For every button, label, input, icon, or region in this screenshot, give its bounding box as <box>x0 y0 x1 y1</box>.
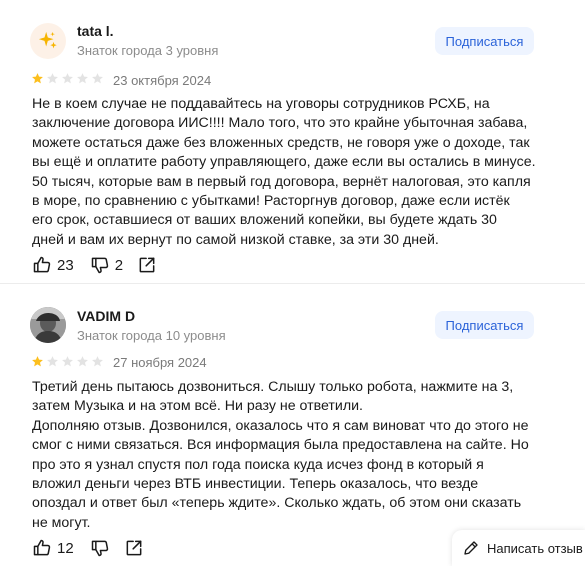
share-icon <box>126 540 142 556</box>
review-divider <box>0 283 585 284</box>
subscribe-button[interactable]: Подписаться <box>435 27 534 55</box>
share-button[interactable] <box>124 538 144 558</box>
avatar[interactable] <box>30 23 66 59</box>
star-empty-icon <box>62 73 73 84</box>
user-photo <box>30 307 66 343</box>
sparkles-icon <box>38 31 57 49</box>
thumbs-down-icon <box>91 257 108 274</box>
star-empty-icon <box>77 356 88 367</box>
rating-stars <box>31 355 104 368</box>
share-button[interactable] <box>137 255 157 275</box>
review-actions: 12 <box>32 538 144 558</box>
author-name[interactable]: VADIM D <box>77 308 135 324</box>
thumbs-up-icon <box>33 539 51 556</box>
star-empty-icon <box>62 356 73 367</box>
star-empty-icon <box>47 73 58 84</box>
like-button[interactable]: 23 <box>32 255 74 275</box>
star-empty-icon <box>92 73 103 84</box>
thumbs-up-icon <box>33 256 51 273</box>
rating-stars <box>31 72 104 85</box>
pencil-icon <box>464 541 478 555</box>
review-text: Третий день пытаюсь дозвониться. Слышу т… <box>32 379 529 531</box>
like-count: 12 <box>57 539 74 557</box>
star-filled-icon <box>32 73 43 84</box>
author-level: Знаток города 10 уровня <box>77 328 226 343</box>
thumbs-down-icon <box>91 540 108 557</box>
review-text: Не в коем случае не поддавайтесь на угов… <box>32 96 536 248</box>
dislike-button[interactable]: 2 <box>90 255 123 275</box>
dislike-button[interactable] <box>90 538 110 558</box>
subscribe-button[interactable]: Подписаться <box>435 311 534 339</box>
avatar[interactable] <box>30 307 66 343</box>
share-icon <box>139 257 155 273</box>
star-empty-icon <box>92 356 103 367</box>
like-count: 23 <box>57 256 74 274</box>
star-empty-icon <box>47 356 58 367</box>
write-review-label: Написать отзыв <box>487 540 583 556</box>
author-level: Знаток города 3 уровня <box>77 43 219 58</box>
star-empty-icon <box>77 73 88 84</box>
review-actions: 23 2 <box>32 255 157 275</box>
like-button[interactable]: 12 <box>32 538 74 558</box>
review-date: 23 октября 2024 <box>113 73 212 88</box>
author-name[interactable]: tata l. <box>77 23 114 39</box>
dislike-count: 2 <box>114 256 124 274</box>
review-date: 27 ноября 2024 <box>113 355 207 370</box>
write-review-button[interactable]: Написать отзыв <box>452 530 585 566</box>
star-filled-icon <box>32 356 43 367</box>
